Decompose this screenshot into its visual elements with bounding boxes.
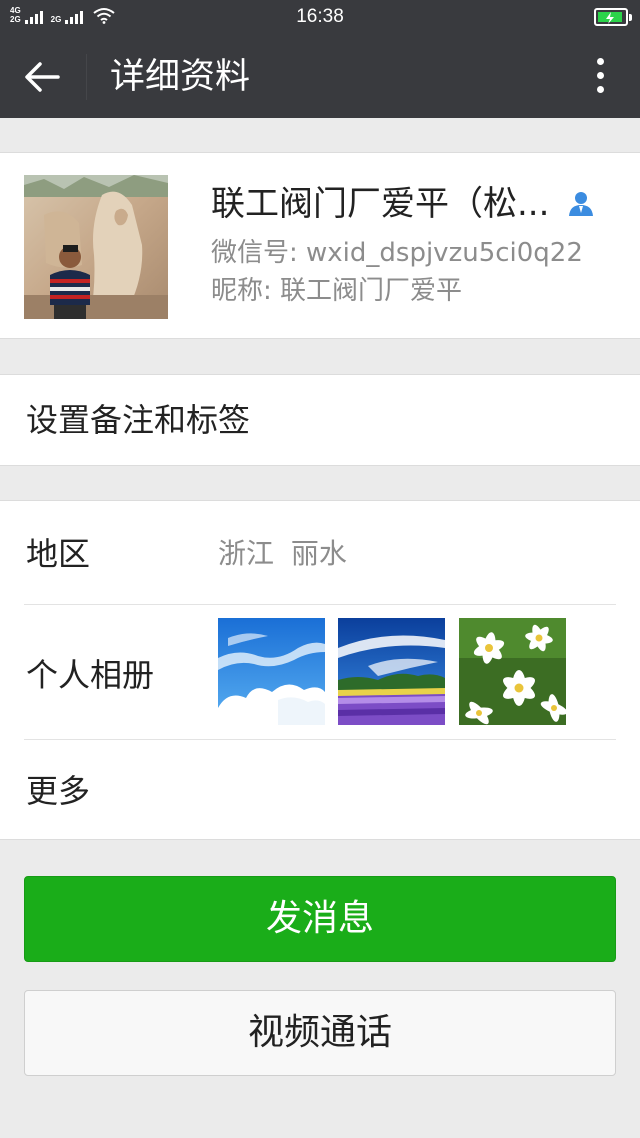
album-thumbnail-3[interactable] bbox=[459, 618, 566, 725]
region-value: 浙江 丽水 bbox=[218, 537, 347, 570]
nav-divider bbox=[86, 54, 87, 100]
screen: 4G 2G 2G 16:38 详细资料 联工阀门厂爱平（松... 微信号: wx… bbox=[0, 0, 640, 1138]
region-label: 地区 bbox=[26, 535, 91, 573]
profile-name: 联工阀门厂爱平（松... bbox=[211, 184, 550, 224]
personal-album-label: 个人相册 bbox=[26, 656, 155, 694]
set-remark-and-tags-label: 设置备注和标签 bbox=[26, 401, 251, 439]
more-vertical-icon[interactable] bbox=[594, 58, 606, 98]
more-label: 更多 bbox=[26, 772, 91, 810]
navigation-bar: 详细资料 bbox=[0, 36, 640, 118]
profile-card[interactable]: 联工阀门厂爱平（松... 微信号: wxid_dspjvzu5ci0q22 昵称… bbox=[0, 152, 640, 339]
nickname: 昵称: 联工阀门厂爱平 bbox=[211, 276, 463, 306]
contact-person-icon bbox=[569, 192, 593, 216]
personal-album-row[interactable]: 个人相册 bbox=[0, 605, 640, 739]
status-time: 16:38 bbox=[296, 6, 344, 27]
page-title: 详细资料 bbox=[110, 57, 251, 97]
album-thumbnail-1[interactable] bbox=[218, 618, 325, 725]
details-group: 地区 浙江 丽水 个人相册 更多 bbox=[0, 500, 640, 840]
more-row[interactable]: 更多 bbox=[0, 740, 640, 841]
region-row: 地区 浙江 丽水 bbox=[0, 501, 640, 604]
set-remark-and-tags-row[interactable]: 设置备注和标签 bbox=[0, 374, 640, 466]
avatar[interactable] bbox=[24, 175, 168, 319]
send-message-button[interactable]: 发消息 bbox=[24, 876, 616, 962]
battery-charging-icon bbox=[594, 8, 632, 26]
album-thumbnail-2[interactable] bbox=[338, 618, 445, 725]
wechat-id: 微信号: wxid_dspjvzu5ci0q22 bbox=[211, 238, 583, 268]
video-call-button[interactable]: 视频通话 bbox=[24, 990, 616, 1076]
status-bar: 4G 2G 2G 16:38 bbox=[0, 0, 640, 36]
back-arrow-icon[interactable] bbox=[22, 57, 66, 97]
